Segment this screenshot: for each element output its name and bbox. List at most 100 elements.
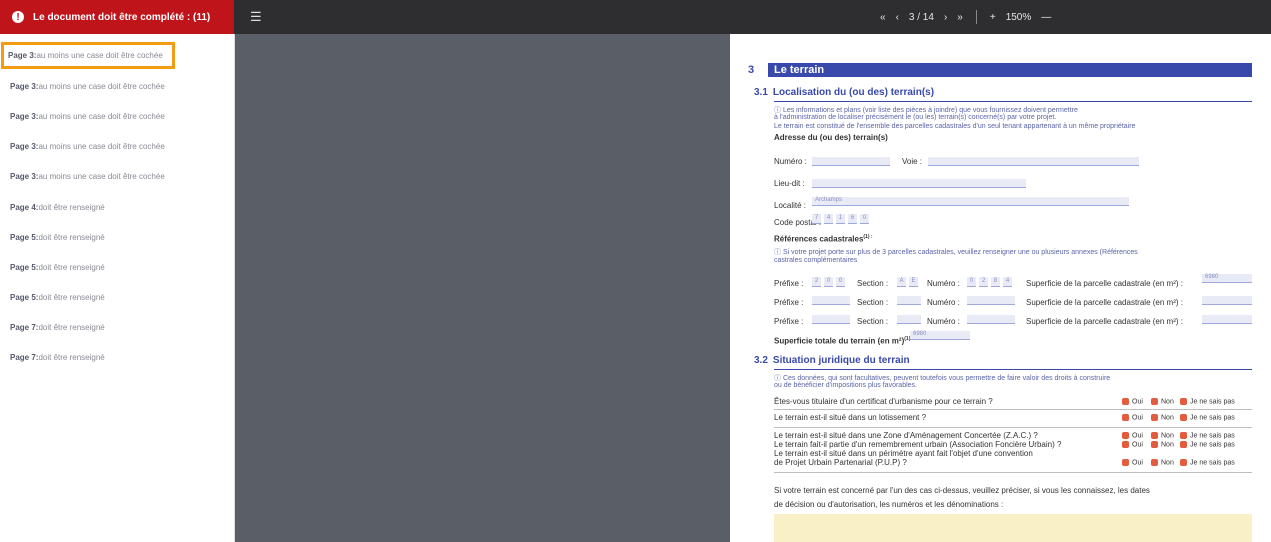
section-label: Section : — [857, 317, 889, 326]
oui-radio[interactable]: Oui — [1122, 432, 1143, 439]
section-field[interactable] — [897, 315, 921, 324]
superficie-field[interactable]: 6980 — [1202, 274, 1252, 283]
section-digit[interactable]: E — [909, 277, 918, 287]
voie-label: Voie : — [902, 157, 923, 166]
footnote-text: de décision ou d'autorisation, les numér… — [774, 500, 1004, 509]
superficie-field[interactable] — [1202, 315, 1252, 324]
pager: « ‹ 3 / 14 › » + 150% — — [875, 0, 1056, 34]
non-radio[interactable]: Non — [1151, 441, 1174, 448]
section-number: 3 — [748, 64, 755, 76]
total-field[interactable]: 6980 — [910, 331, 970, 340]
numero-field[interactable] — [967, 296, 1015, 305]
question-text: Le terrain fait-il partie d'un remembrem… — [774, 440, 1062, 449]
divider — [774, 409, 1252, 410]
question-text: Êtes-vous titulaire d'un certificat d'ur… — [774, 397, 993, 406]
nsp-radio[interactable]: Je ne sais pas — [1180, 441, 1235, 448]
first-page-button[interactable]: « — [880, 12, 886, 23]
zoom-in-button[interactable]: + — [990, 12, 996, 23]
oui-radio[interactable]: Oui — [1122, 441, 1143, 448]
section-header: 3 Le terrain — [748, 63, 1252, 77]
numero2-label: Numéro : — [927, 279, 960, 288]
error-item[interactable]: Page 5:doit être renseigné — [10, 263, 105, 272]
section-label: Section : — [857, 298, 889, 307]
last-page-button[interactable]: » — [957, 12, 963, 23]
alert-icon: ! — [12, 11, 24, 23]
numero2-label: Numéro : — [927, 298, 960, 307]
prefixe-field[interactable] — [812, 315, 850, 324]
oui-radio[interactable]: Oui — [1122, 398, 1143, 405]
viewer-background — [235, 34, 730, 542]
prefixe-digit[interactable]: 0 — [836, 277, 845, 287]
numero-field[interactable] — [967, 315, 1015, 324]
numero-digit[interactable]: 4 — [1003, 277, 1012, 287]
divider — [774, 427, 1252, 428]
footnote-text: Si votre terrain est concerné par l'un d… — [774, 486, 1150, 495]
error-item[interactable]: Page 5:doit être renseigné — [10, 233, 105, 242]
zoom-level: 150% — [1005, 11, 1032, 23]
cp-digit[interactable]: 0 — [860, 214, 869, 224]
zoom-out-button[interactable]: — — [1041, 12, 1051, 23]
divider — [774, 369, 1252, 370]
question-text: Le terrain est-il situé dans un lotissem… — [774, 413, 927, 422]
numero-field[interactable] — [812, 157, 890, 166]
info-text: ⓘ Si votre projet porte sur plus de 3 pa… — [774, 249, 1138, 256]
numero-digit[interactable]: 8 — [991, 277, 1000, 287]
numero2-label: Numéro : — [927, 317, 960, 326]
superficie-field[interactable] — [1202, 296, 1252, 305]
prefixe-label: Préfixe : — [774, 279, 804, 288]
total-label: Superficie totale du terrain (en m²)(1) … — [774, 336, 914, 346]
localite-field[interactable]: Archamps — [812, 197, 1129, 206]
error-item[interactable]: Page 3:au moins une case doit être coché… — [10, 112, 165, 121]
non-radio[interactable]: Non — [1151, 459, 1174, 466]
error-item[interactable]: Page 3:au moins une case doit être coché… — [10, 172, 165, 181]
next-page-button[interactable]: › — [944, 12, 947, 23]
divider — [774, 472, 1252, 473]
prefixe-digit[interactable]: 2 — [812, 277, 821, 287]
details-textarea[interactable] — [774, 514, 1252, 542]
info-text: à l'administration de localiser précisém… — [774, 114, 1057, 121]
error-item[interactable]: Page 7:doit être renseigné — [10, 353, 105, 362]
error-item[interactable]: Page 3:au moins une case doit être coché… — [1, 42, 175, 69]
section-title: Le terrain — [774, 64, 825, 76]
lieudit-field[interactable] — [812, 179, 1026, 188]
section-field[interactable] — [897, 296, 921, 305]
alert-text: Le document doit être complété : (11) — [33, 11, 211, 23]
non-radio[interactable]: Non — [1151, 414, 1174, 421]
prefixe-field[interactable] — [812, 296, 850, 305]
nsp-radio[interactable]: Je ne sais pas — [1180, 398, 1235, 405]
error-item[interactable]: Page 5:doit être renseigné — [10, 293, 105, 302]
voie-field[interactable] — [928, 157, 1139, 166]
page-indicator[interactable]: 3 / 14 — [909, 12, 934, 23]
prefixe-label: Préfixe : — [774, 317, 804, 326]
numero-digit[interactable]: 0 — [967, 277, 976, 287]
error-item[interactable]: Page 7:doit être renseigné — [10, 323, 105, 332]
nsp-radio[interactable]: Je ne sais pas — [1180, 459, 1235, 466]
subsection-3-2: 3.2 Situation juridique du terrain — [754, 355, 910, 366]
cp-digit[interactable]: 6 — [848, 214, 857, 224]
error-item[interactable]: Page 3:au moins une case doit être coché… — [10, 82, 165, 91]
non-radio[interactable]: Non — [1151, 432, 1174, 439]
cp-digit[interactable]: 7 — [812, 214, 821, 224]
incomplete-alert[interactable]: ! Le document doit être complété : (11) — [0, 0, 234, 34]
error-item[interactable]: Page 3:au moins une case doit être coché… — [10, 142, 165, 151]
lieudit-label: Lieu-dit : — [774, 179, 805, 188]
sidebar-toggle-icon[interactable]: ☰ — [250, 9, 262, 25]
oui-radio[interactable]: Oui — [1122, 459, 1143, 466]
prev-page-button[interactable]: ‹ — [896, 12, 899, 23]
cp-digit[interactable]: 1 — [836, 214, 845, 224]
numero-label: Numéro : — [774, 157, 807, 166]
oui-radio[interactable]: Oui — [1122, 414, 1143, 421]
section-digit[interactable]: A — [897, 277, 906, 287]
ref-heading: Références cadastrales(1) : — [774, 234, 873, 244]
error-item[interactable]: Page 4:doit être renseigné — [10, 203, 105, 212]
prefixe-label: Préfixe : — [774, 298, 804, 307]
info-text: castrales complémentaires — [774, 257, 858, 264]
cp-digit[interactable]: 4 — [824, 214, 833, 224]
non-radio[interactable]: Non — [1151, 398, 1174, 405]
superficie-label: Superficie de la parcelle cadastrale (en… — [1026, 279, 1183, 288]
nsp-radio[interactable]: Je ne sais pas — [1180, 414, 1235, 421]
numero-digit[interactable]: 2 — [979, 277, 988, 287]
superficie-label: Superficie de la parcelle cadastrale (en… — [1026, 317, 1183, 326]
prefixe-digit[interactable]: 0 — [824, 277, 833, 287]
nsp-radio[interactable]: Je ne sais pas — [1180, 432, 1235, 439]
